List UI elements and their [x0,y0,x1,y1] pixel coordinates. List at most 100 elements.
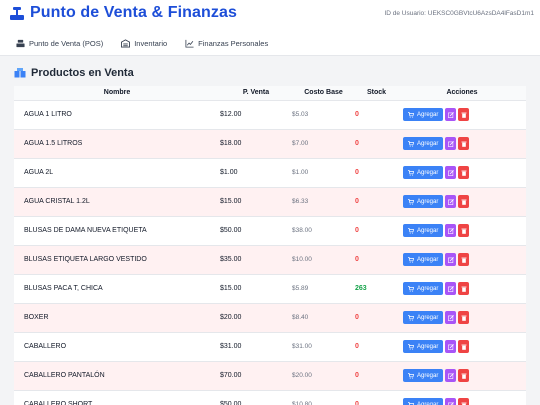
edit-button[interactable] [445,253,457,266]
edit-icon [447,169,454,176]
row-actions: Agregar [398,158,526,187]
product-name: CABALLERO [24,343,67,350]
cart-icon [408,140,414,147]
product-cost: $6.33 [292,198,309,205]
add-to-cart-button[interactable]: Agregar [403,253,444,266]
table-row: CABALLERO $31.00 $31.00 0 Agregar [14,332,526,361]
table-row: BLUSAS PACA T, CHICA $15.00 $5.89 263 Agrega… [14,274,526,303]
cart-icon [408,111,414,118]
cash-register-icon [10,7,24,20]
delete-button[interactable] [458,340,470,353]
product-stock: 0 [355,227,359,234]
table-row: BLUSAS ETIQUETA LARGO VESTIDO $35.00 $10.0… [14,245,526,274]
edit-button[interactable] [445,340,457,353]
edit-button[interactable] [445,369,457,382]
product-price: $12.00 [220,111,242,118]
user-id-label: ID de Usuario: UEKSC0GBVtcU6AzsDA4lFasD1… [384,10,534,17]
edit-button[interactable] [445,166,457,179]
add-button-label: Agregar [417,372,439,379]
cart-icon [408,372,414,379]
row-actions: Agregar [398,390,526,405]
add-button-label: Agregar [417,227,439,234]
delete-button[interactable] [458,108,470,121]
edit-icon [447,343,454,350]
product-stock: 0 [355,343,359,350]
column-header-cost: Costo Base [292,86,355,101]
nav-item-finanzas[interactable]: Finanzas Personales [176,32,277,54]
add-to-cart-button[interactable]: Agregar [403,311,444,324]
table-row: CABALLERO PANTALÓN $70.00 $20.00 0 Agregar [14,361,526,390]
trash-icon [461,257,467,263]
edit-button[interactable] [445,137,457,150]
top-bar: Punto de Venta & Finanzas ID de Usuario:… [0,0,540,56]
product-cost: $5.03 [292,111,309,118]
cart-icon [408,401,414,405]
product-price: $35.00 [220,256,242,263]
product-name: AGUA CRISTAL 1.2L [24,198,90,205]
add-to-cart-button[interactable]: Agregar [403,224,444,237]
trash-icon [461,112,467,118]
add-to-cart-button[interactable]: Agregar [403,282,444,295]
product-cost: $10.00 [292,256,312,263]
cart-icon [408,198,414,205]
chart-line-icon [185,39,194,48]
delete-button[interactable] [458,137,470,150]
edit-icon [447,401,454,405]
main-nav: Punto de Venta (POS) Inventario Finanzas… [0,32,277,54]
delete-button[interactable] [458,282,470,295]
edit-icon [447,227,454,234]
add-button-label: Agregar [417,401,439,405]
add-to-cart-button[interactable]: Agregar [403,108,444,121]
warehouse-icon [121,38,131,48]
product-cost: $10.80 [292,401,312,405]
product-cost: $5.89 [292,285,309,292]
delete-button[interactable] [458,253,470,266]
add-to-cart-button[interactable]: Agregar [403,369,444,382]
product-cost: $31.00 [292,343,312,350]
product-price: $1.00 [220,169,238,176]
product-stock: 263 [355,285,367,292]
product-price: $50.00 [220,227,242,234]
table-header-row: Nombre P. Venta Costo Base Stock Accione… [14,86,526,101]
table-row: AGUA 1 LITRO $12.00 $5.03 0 Agregar [14,100,526,129]
app-title: Punto de Venta & Finanzas [30,4,237,21]
product-price: $15.00 [220,285,242,292]
section-title: Productos en Venta [14,67,134,79]
row-actions: Agregar [398,274,526,303]
add-button-label: Agregar [417,343,439,350]
delete-button[interactable] [458,224,470,237]
product-price: $50.00 [220,401,242,405]
add-to-cart-button[interactable]: Agregar [403,137,444,150]
add-to-cart-button[interactable]: Agregar [403,195,444,208]
product-cost: $1.00 [292,169,309,176]
edit-icon [447,256,454,263]
nav-item-inventario[interactable]: Inventario [112,32,176,54]
edit-button[interactable] [445,224,457,237]
nav-item-pos[interactable]: Punto de Venta (POS) [0,32,112,54]
delete-button[interactable] [458,166,470,179]
row-actions: Agregar [398,216,526,245]
row-actions: Agregar [398,100,526,129]
edit-button[interactable] [445,195,457,208]
edit-button[interactable] [445,311,457,324]
edit-button[interactable] [445,108,457,121]
trash-icon [461,373,467,379]
delete-button[interactable] [458,311,470,324]
nav-item-label: Inventario [134,38,168,48]
delete-button[interactable] [458,369,470,382]
column-header-stock: Stock [355,86,398,101]
product-price: $18.00 [220,140,242,147]
edit-button[interactable] [445,398,457,405]
table-row: CABALLERO SHORT $50.00 $10.80 0 Agregar [14,390,526,405]
delete-button[interactable] [458,195,470,208]
product-name: AGUA 2L [24,169,54,176]
edit-icon [447,372,454,379]
row-actions: Agregar [398,361,526,390]
delete-button[interactable] [458,398,470,405]
add-to-cart-button[interactable]: Agregar [403,166,444,179]
edit-button[interactable] [445,282,457,295]
product-stock: 0 [355,111,359,118]
product-name: CABALLERO SHORT [24,401,93,405]
add-to-cart-button[interactable]: Agregar [403,398,444,405]
add-to-cart-button[interactable]: Agregar [403,340,444,353]
